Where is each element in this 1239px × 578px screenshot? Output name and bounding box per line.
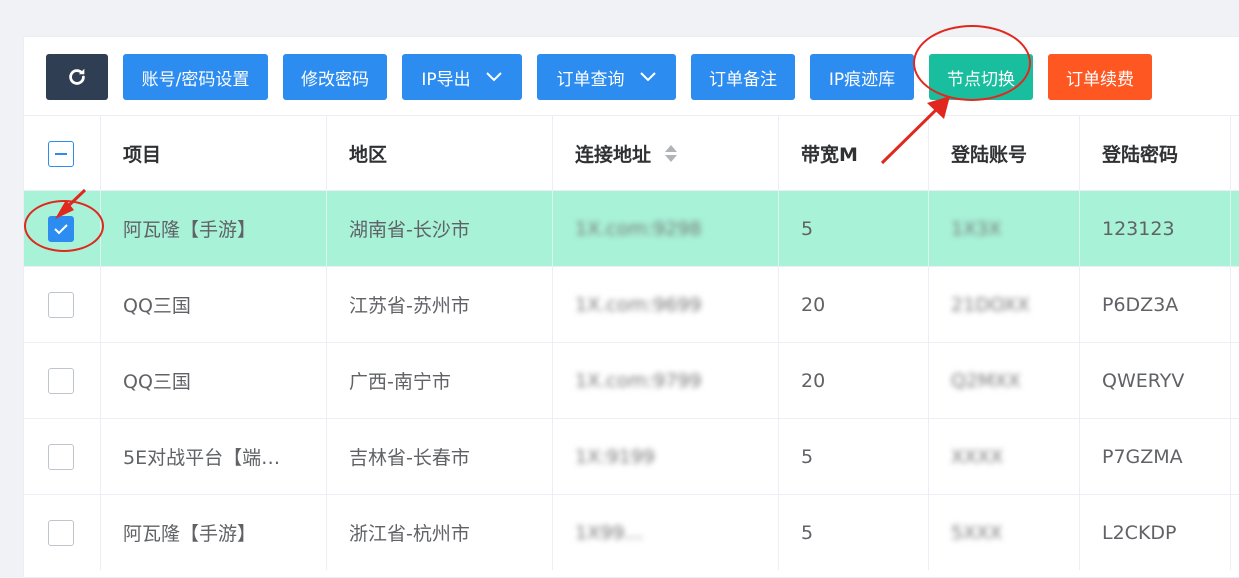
arrow-to-node-switch-icon [880, 96, 950, 165]
arrow-to-checkbox-icon [55, 188, 87, 219]
annotation-arrows [55, 96, 950, 219]
